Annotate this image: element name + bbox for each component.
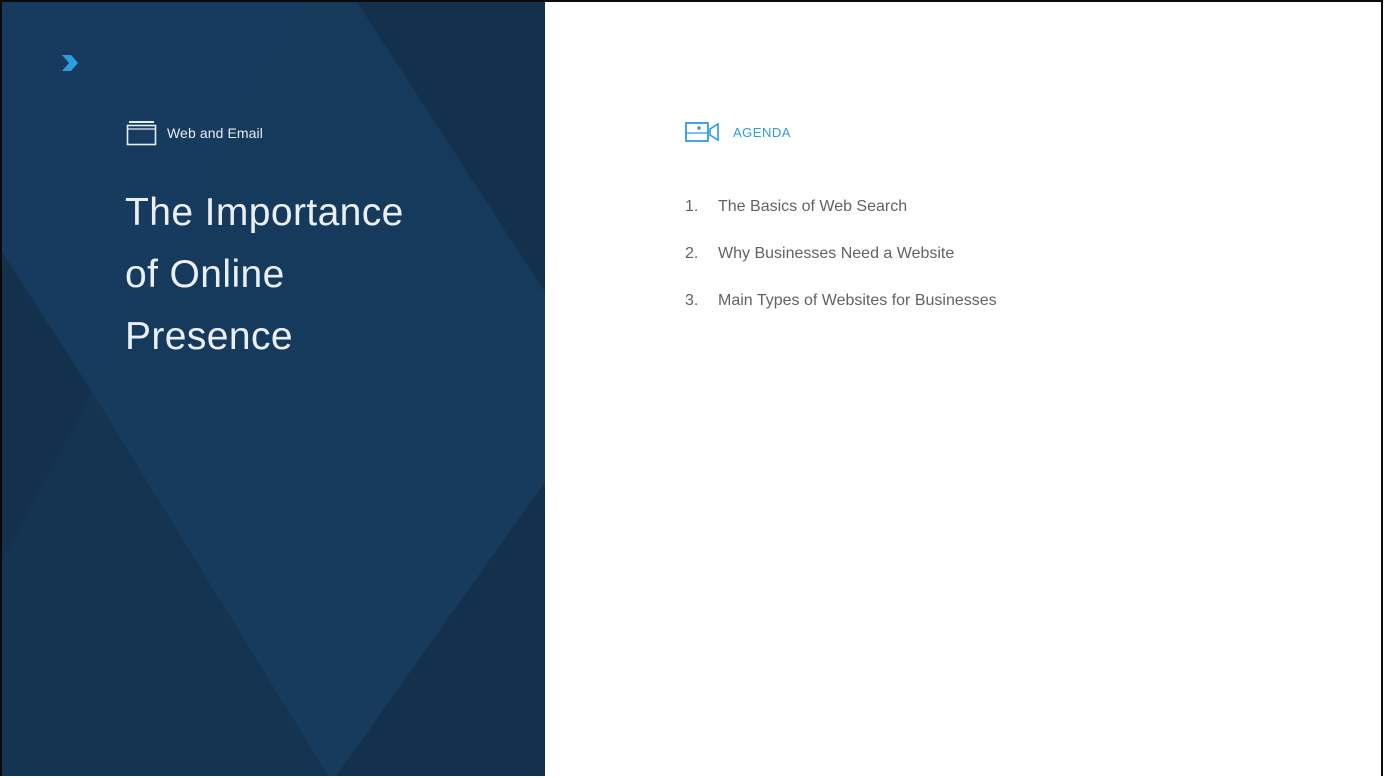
- agenda-item-text: Main Types of Websites for Businesses: [718, 292, 997, 309]
- video-camera-icon: [685, 122, 719, 142]
- slide: Web and Email The Importance of Online P…: [0, 0, 1383, 776]
- title-line: The Importance: [125, 191, 404, 234]
- agenda-list: 1. The Basics of Web Search 2. Why Busin…: [685, 198, 997, 339]
- agenda-item: 2. Why Businesses Need a Website: [685, 245, 997, 292]
- agenda-item-text: The Basics of Web Search: [718, 198, 908, 215]
- agenda-item: 3. Main Types of Websites for Businesses: [685, 292, 997, 339]
- folder-icon: [126, 121, 157, 146]
- agenda-item-number: 2.: [685, 245, 699, 262]
- agenda-item-number: 1.: [685, 198, 699, 215]
- agenda-item-text: Why Businesses Need a Website: [718, 245, 955, 262]
- title-line: of Online: [125, 253, 285, 296]
- title-panel: Web and Email The Importance of Online P…: [2, 2, 545, 776]
- agenda-item: 1. The Basics of Web Search: [685, 198, 997, 245]
- slide-title: The Importance of Online Presence: [125, 182, 515, 368]
- title-line: Presence: [125, 315, 293, 358]
- section-header: Web and Email: [126, 120, 263, 146]
- agenda-heading: AGENDA: [733, 124, 791, 140]
- section-label: Web and Email: [167, 125, 263, 141]
- agenda-item-number: 3.: [685, 292, 699, 309]
- chevron-logo-icon: [62, 55, 78, 71]
- agenda-header: AGENDA: [685, 120, 791, 144]
- background-geometric-pattern: [2, 2, 545, 776]
